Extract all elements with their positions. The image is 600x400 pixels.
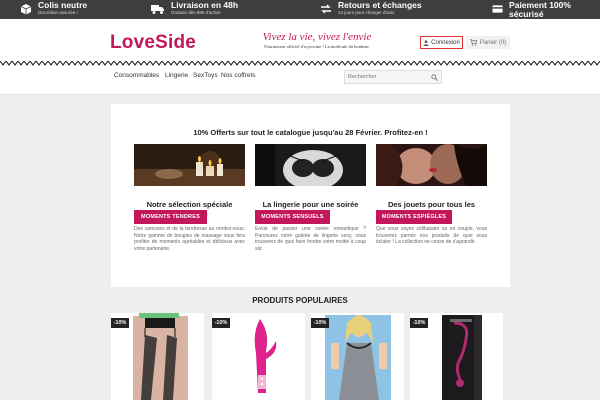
popular-products-title: PRODUITS POPULAIRES — [252, 296, 348, 305]
promo-column-text: Que vous soyez célibataire ou en couple,… — [376, 225, 487, 246]
site-logo[interactable]: LoveSide — [110, 32, 196, 54]
moments-sensuels-button[interactable]: MOMENTS SENSUELS — [255, 210, 330, 224]
topbar-title: Colis neutre — [38, 0, 88, 10]
user-icon — [423, 39, 429, 46]
promo-card: 10% Offerts sur tout le catalogue jusqu'… — [111, 104, 510, 287]
topbar-subtitle: 14 jours pour changer d'avis — [338, 9, 395, 15]
search-input[interactable] — [348, 72, 428, 82]
top-info-bar: Colis neutre Discrétion assurée ! Livrai… — [0, 0, 600, 23]
topbar-subtitle: Gratuite dès 69€ d'achat — [171, 9, 220, 15]
discount-badge: -10% — [111, 318, 129, 328]
exchange-arrows-icon — [321, 4, 331, 14]
site-header: LoveSide Vivez la vie, vivez l'envie Fou… — [0, 19, 600, 64]
main-nav: Consommables Lingerie SexToys Nos coffre… — [0, 67, 600, 95]
topbar-title: Paiement 100% sécurisé — [509, 0, 571, 19]
promo-column-text: Envie de passer une soirée romantique ? … — [255, 225, 366, 252]
search-icon[interactable] — [431, 74, 438, 81]
discount-badge: -10% — [410, 318, 428, 328]
tagline: Vivez la vie, vivez l'envie Fournisseur … — [252, 31, 382, 49]
topbar-item-delivery: Livraison en 48h Gratuite dès 69€ d'acha… — [151, 0, 238, 19]
shopping-cart-icon — [469, 39, 477, 46]
cart-label: Panier (0) — [479, 39, 507, 46]
nav-item-consommables[interactable]: Consommables — [114, 72, 159, 79]
massage-candles-image[interactable] — [134, 144, 245, 186]
search-box — [344, 70, 442, 84]
tagline-main: Vivez la vie, vivez l'envie — [262, 31, 372, 43]
tagline-sub: Fournisseur officiel d'ocytocine ! La mo… — [264, 44, 370, 49]
package-icon — [20, 4, 32, 15]
moments-tendres-button[interactable]: MOMENTS TENDRES — [134, 210, 207, 224]
cart-button[interactable]: Panier (0) — [466, 36, 510, 49]
promo-column-lingerie: La lingerie pour une soirée séduction En… — [255, 144, 366, 253]
topbar-title: Livraison en 48h — [171, 0, 239, 10]
product-card[interactable]: -10% — [410, 313, 503, 400]
nav-item-coffrets[interactable]: Nos coffrets — [221, 72, 256, 79]
discount-badge: -10% — [311, 318, 329, 328]
promo-headline: 10% Offerts sur tout le catalogue jusqu'… — [193, 128, 428, 137]
nav-item-lingerie[interactable]: Lingerie — [165, 72, 188, 79]
moments-espiegles-button[interactable]: MOMENTS ESPIÈGLES — [376, 210, 452, 224]
topbar-title: Retours et échanges — [338, 0, 422, 10]
couple-image[interactable] — [376, 144, 487, 186]
topbar-subtitle: Discrétion assurée ! — [38, 9, 78, 15]
truck-icon — [151, 5, 164, 14]
lingerie-image[interactable] — [255, 144, 366, 190]
topbar-item-payment: Paiement 100% sécurisé Verified by Visa,… — [492, 0, 600, 23]
credit-card-icon — [492, 5, 503, 13]
promo-column-massage: Notre sélection spéciale massages Des ca… — [134, 144, 245, 253]
product-card[interactable]: -10% — [212, 313, 305, 400]
login-button[interactable]: Connexion — [420, 36, 463, 49]
product-card[interactable]: -10% — [311, 313, 404, 400]
topbar-item-neutral-package: Colis neutre Discrétion assurée ! — [20, 0, 87, 19]
login-label: Connexion — [431, 39, 460, 46]
promo-column-toys: Des jouets pour tous les adultes Que vou… — [376, 144, 487, 246]
nav-item-sextoys[interactable]: SexToys — [193, 72, 218, 79]
product-card[interactable]: -10% — [111, 313, 204, 400]
logo-text: LoveSide — [110, 32, 197, 53]
promo-column-text: Des caresses et de la tendresse au rende… — [134, 225, 245, 252]
topbar-item-returns: Retours et échanges 14 jours pour change… — [320, 0, 422, 19]
discount-badge: -10% — [212, 318, 230, 328]
